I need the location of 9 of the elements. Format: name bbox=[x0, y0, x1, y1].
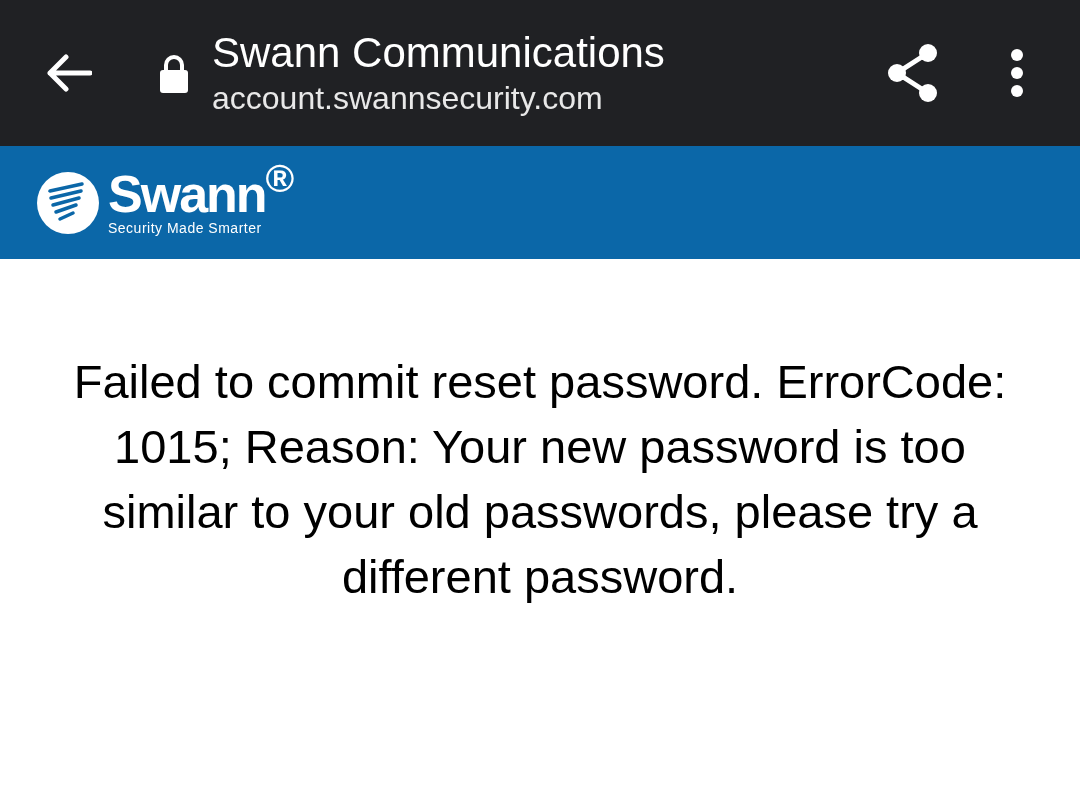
page-title: Swann Communications bbox=[212, 28, 665, 78]
logo-tagline: Security Made Smarter bbox=[108, 218, 263, 237]
back-arrow-icon[interactable] bbox=[44, 53, 92, 93]
error-message: Failed to commit reset password. ErrorCode: 1015; Reason: Your new password is too similar to your old passwords, please try a different password. bbox=[72, 354, 1008, 605]
share-icon[interactable] bbox=[886, 43, 940, 103]
lock-icon[interactable] bbox=[158, 53, 190, 93]
page-url: account.swannsecurity.com bbox=[212, 79, 604, 118]
more-options-icon[interactable] bbox=[1010, 48, 1024, 98]
logo-icon bbox=[36, 170, 100, 235]
